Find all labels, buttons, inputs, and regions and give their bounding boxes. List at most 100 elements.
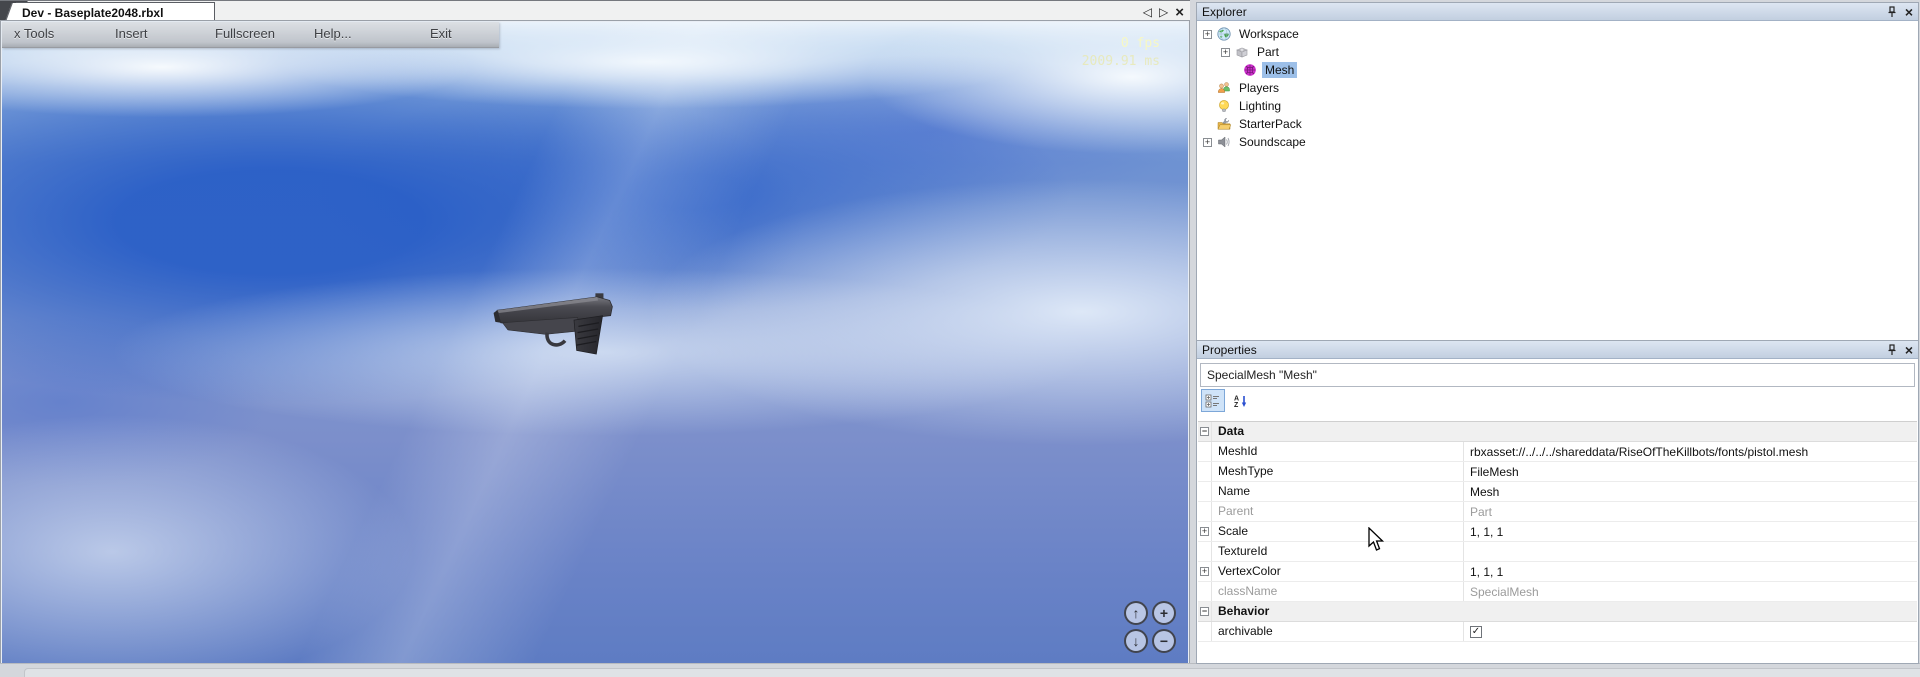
lighting-icon [1217, 99, 1231, 113]
properties-panel: Properties × SpecialMesh "Mesh" AZ − Dat… [1196, 340, 1919, 664]
explorer-header: Explorer × [1197, 3, 1918, 21]
property-name: archivable [1212, 622, 1464, 641]
collapse-toggle-icon[interactable]: − [1200, 607, 1209, 616]
tab-scroll-left-icon[interactable]: ◁ [1143, 6, 1152, 18]
property-row-textureid[interactable]: TextureId [1198, 542, 1917, 562]
property-value[interactable]: FileMesh [1464, 462, 1917, 481]
tab-scroll-right-icon[interactable]: ▷ [1159, 6, 1168, 18]
property-row-scale[interactable]: + Scale 1, 1, 1 [1198, 522, 1917, 542]
property-row-vertexcolor[interactable]: + VertexColor 1, 1, 1 [1198, 562, 1917, 582]
pin-icon[interactable] [1887, 344, 1897, 356]
tree-item-starterpack[interactable]: StarterPack [1197, 115, 1918, 133]
property-name: className [1212, 582, 1464, 601]
close-icon[interactable]: × [1905, 343, 1913, 357]
document-tab[interactable]: Dev - Baseplate2048.rbxl [16, 2, 215, 24]
menu-item-insert[interactable]: Insert [115, 26, 148, 41]
property-name: Parent [1212, 502, 1464, 521]
property-value: SpecialMesh [1464, 582, 1917, 601]
expand-toggle-icon[interactable]: + [1200, 527, 1209, 536]
property-value[interactable]: 1, 1, 1 [1464, 562, 1917, 581]
property-name: MeshType [1212, 462, 1464, 481]
property-value[interactable] [1464, 542, 1917, 561]
tree-item-players[interactable]: Players [1197, 79, 1918, 97]
property-name: Name [1212, 482, 1464, 501]
tab-controls: ◁ ▷ × [1143, 1, 1184, 23]
menu-item-exit[interactable]: Exit [430, 26, 452, 41]
section-label: Data [1212, 422, 1917, 441]
tab-bar: Dev - Baseplate2048.rbxl ◁ ▷ × [0, 0, 1190, 23]
tree-item-part[interactable]: + Part [1197, 43, 1918, 61]
tree-item-soundscape[interactable]: + Soundscape [1197, 133, 1918, 151]
object-selector[interactable]: SpecialMesh "Mesh" [1200, 363, 1915, 387]
tree-item-label: Workspace [1236, 26, 1302, 42]
fps-value: 0 fps [1082, 35, 1160, 53]
explorer-title: Explorer [1202, 5, 1247, 19]
tree-item-label: Players [1236, 80, 1282, 96]
expand-toggle-icon[interactable]: + [1203, 30, 1212, 39]
tree-item-mesh[interactable]: Mesh [1197, 61, 1918, 79]
expand-toggle-icon[interactable]: + [1200, 567, 1209, 576]
property-row-classname[interactable]: className SpecialMesh [1198, 582, 1917, 602]
tree-item-label: StarterPack [1236, 116, 1305, 132]
tree-item-lighting[interactable]: Lighting [1197, 97, 1918, 115]
pistol-mesh[interactable] [490, 286, 624, 356]
document-tab-label: Dev - Baseplate2048.rbxl [16, 3, 214, 20]
zoom-out-button[interactable]: − [1152, 629, 1176, 653]
property-name: Scale [1212, 522, 1464, 541]
zoom-in-button[interactable]: + [1152, 601, 1176, 625]
collapse-toggle-icon[interactable]: − [1200, 427, 1209, 436]
close-icon[interactable]: × [1905, 5, 1913, 19]
property-value[interactable]: 1, 1, 1 [1464, 522, 1917, 541]
pin-icon[interactable] [1887, 6, 1897, 18]
expand-toggle-icon[interactable]: + [1221, 48, 1230, 57]
property-name: VertexColor [1212, 562, 1464, 581]
explorer-tree: + Workspace + Part Mesh Players [1197, 21, 1918, 151]
property-value[interactable]: Mesh [1464, 482, 1917, 501]
menu-item-tools[interactable]: x Tools [14, 26, 54, 41]
part-icon [1235, 45, 1249, 59]
menu-bar: x Tools Insert Fullscreen Help... Exit [2, 22, 499, 48]
tree-item-label: Mesh [1262, 62, 1297, 78]
property-row-parent[interactable]: Parent Part [1198, 502, 1917, 522]
property-row-meshid[interactable]: MeshId rbxasset://../../../shareddata/Ri… [1198, 442, 1917, 462]
property-name: MeshId [1212, 442, 1464, 461]
tilt-up-button[interactable]: ↑ [1124, 601, 1148, 625]
status-bar-inner [24, 668, 1920, 677]
frame-time-value: 2009.91 ms [1082, 53, 1160, 71]
sort-alphabetical-button[interactable]: AZ [1229, 389, 1253, 412]
expand-toggle-icon[interactable]: + [1203, 138, 1212, 147]
property-row-name[interactable]: Name Mesh [1198, 482, 1917, 502]
properties-grid: − Data MeshId rbxasset://../../../shared… [1198, 421, 1917, 659]
property-row-archivable[interactable]: archivable ✓ [1198, 622, 1917, 642]
tree-item-label: Lighting [1236, 98, 1284, 114]
properties-toolbar: AZ [1197, 387, 1918, 414]
soundscape-icon [1217, 135, 1231, 149]
archivable-checkbox[interactable]: ✓ [1470, 626, 1482, 638]
property-name: TextureId [1212, 542, 1464, 561]
tree-item-label: Soundscape [1236, 134, 1309, 150]
players-icon [1217, 81, 1231, 95]
3d-viewport[interactable]: x Tools Insert Fullscreen Help... Exit 0… [2, 22, 1188, 663]
property-value[interactable]: rbxasset://../../../shareddata/RiseOfThe… [1464, 442, 1917, 461]
tree-item-workspace[interactable]: + Workspace [1197, 25, 1918, 43]
tab-close-icon[interactable]: × [1175, 5, 1184, 20]
explorer-panel: Explorer × + Workspace + Part [1196, 2, 1919, 342]
fps-counter: 0 fps 2009.91 ms [1082, 35, 1160, 71]
tilt-down-button[interactable]: ↓ [1124, 629, 1148, 653]
section-row-data[interactable]: − Data [1198, 422, 1917, 442]
section-label: Behavior [1212, 602, 1917, 621]
status-bar [0, 663, 1920, 676]
svg-text:Z: Z [1234, 402, 1239, 408]
property-row-meshtype[interactable]: MeshType FileMesh [1198, 462, 1917, 482]
section-row-behavior[interactable]: − Behavior [1198, 602, 1917, 622]
camera-controls: ↑ + ↓ − [1124, 601, 1176, 653]
properties-title: Properties [1202, 343, 1257, 357]
workspace-icon [1217, 27, 1231, 41]
categorized-view-button[interactable] [1201, 389, 1225, 412]
properties-header: Properties × [1197, 341, 1918, 359]
menu-item-fullscreen[interactable]: Fullscreen [215, 26, 275, 41]
property-value: Part [1464, 502, 1917, 521]
tree-item-label: Part [1254, 44, 1282, 60]
starterpack-icon [1217, 117, 1231, 131]
menu-item-help[interactable]: Help... [314, 26, 352, 41]
